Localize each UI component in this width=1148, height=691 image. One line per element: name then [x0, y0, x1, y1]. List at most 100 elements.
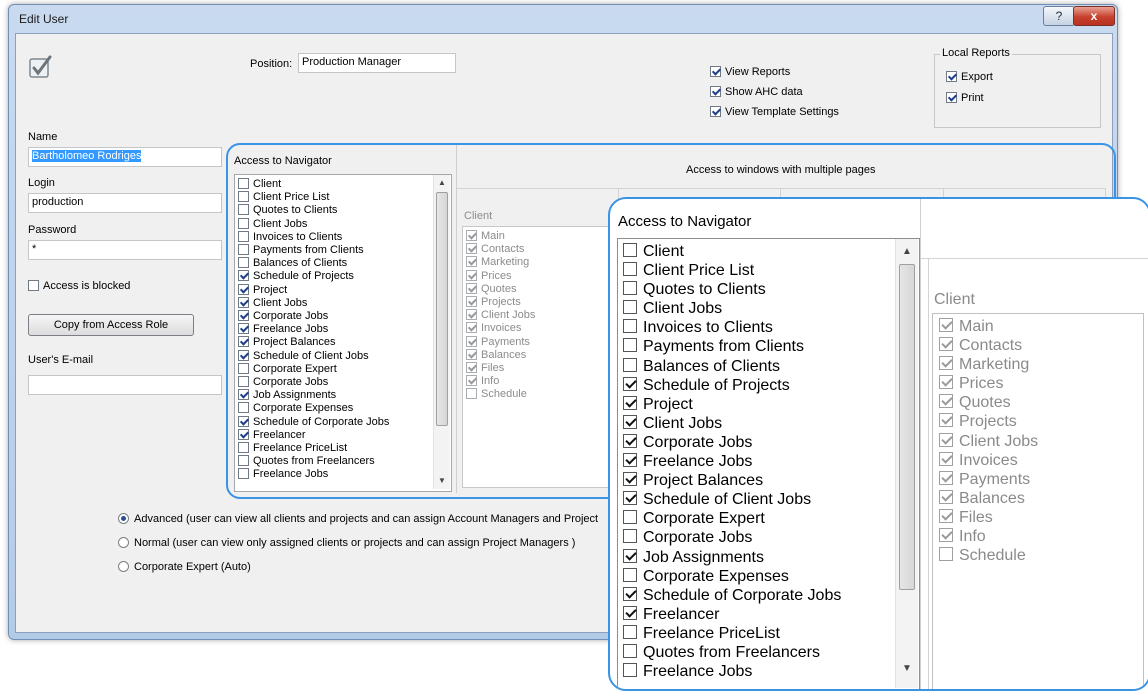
- zoom-navigator-entry-checkbox[interactable]: [623, 510, 637, 525]
- client-page-entry-item[interactable]: Info: [466, 375, 535, 388]
- view-template-option[interactable]: View Template Settings: [710, 106, 839, 126]
- navigator-entry-checkbox[interactable]: [238, 270, 249, 282]
- client-page-entry-item[interactable]: Balances: [466, 348, 535, 362]
- export-checkbox[interactable]: [946, 71, 957, 82]
- navigator-entry-item[interactable]: Job Assignments: [238, 389, 389, 402]
- zoom-scroll-thumb[interactable]: [899, 264, 915, 590]
- mode-normal-radio[interactable]: [118, 537, 129, 548]
- navigator-entry-item[interactable]: Schedule of Client Jobs: [238, 349, 389, 363]
- zoom-navigator-entry-item[interactable]: Balances of Clients: [623, 357, 841, 376]
- zoom-navigator-entry-item[interactable]: Freelance PriceList: [623, 624, 841, 643]
- client-page-entry-item[interactable]: Marketing: [466, 256, 535, 269]
- zoom-navigator-entry-checkbox[interactable]: [623, 300, 637, 315]
- zoom-navigator-entry-item[interactable]: Schedule of Client Jobs: [623, 490, 841, 509]
- zoom-navigator-entry-item[interactable]: Corporate Expert: [623, 509, 841, 528]
- zoom-navigator-entry-checkbox[interactable]: [623, 453, 637, 468]
- login-field[interactable]: production: [28, 193, 222, 213]
- zoom-navigator-entry-item[interactable]: Schedule of Corporate Jobs: [623, 586, 841, 605]
- zoom-navigator-entry-checkbox[interactable]: [623, 357, 637, 372]
- mode-normal-option[interactable]: Normal (user can view only assigned clie…: [118, 537, 598, 561]
- zoom-navigator-entry-checkbox[interactable]: [623, 472, 637, 487]
- title-bar[interactable]: Edit User ? x: [9, 5, 1117, 33]
- export-option[interactable]: Export: [946, 71, 993, 92]
- view-template-checkbox[interactable]: [710, 106, 721, 117]
- zoom-navigator-entry-checkbox[interactable]: [623, 491, 637, 506]
- scroll-down-arrow-icon[interactable]: ▼: [434, 476, 450, 485]
- view-reports-checkbox[interactable]: [710, 66, 721, 77]
- navigator-entry-item[interactable]: Invoices to Clients: [238, 230, 389, 244]
- navigator-entry-item[interactable]: Schedule of Projects: [238, 270, 389, 283]
- navigator-entry-checkbox[interactable]: [238, 468, 249, 480]
- zoom-navigator-entry-item[interactable]: Job Assignments: [623, 548, 841, 567]
- navigator-entry-checkbox[interactable]: [238, 296, 249, 308]
- name-field[interactable]: Bartholomeo Rodriges: [28, 147, 222, 167]
- navigator-entry-item[interactable]: Freelance Jobs: [238, 323, 389, 336]
- navigator-entry-item[interactable]: Payments from Clients: [238, 244, 389, 257]
- zoom-navigator-entry-item[interactable]: Schedule of Projects: [623, 376, 841, 395]
- print-checkbox[interactable]: [946, 92, 957, 103]
- zoom-navigator-entry-checkbox[interactable]: [623, 262, 637, 277]
- zoom-client-page-entry-item[interactable]: Info: [939, 527, 1038, 546]
- zoom-navigator-entry-item[interactable]: Client Jobs: [623, 414, 841, 433]
- zoom-client-pages-list[interactable]: Main Contacts Marketing Prices Quotes Project…: [932, 313, 1144, 689]
- zoom-client-page-entry-item[interactable]: Schedule: [939, 546, 1038, 565]
- navigator-entry-checkbox[interactable]: [238, 376, 249, 388]
- print-option[interactable]: Print: [946, 92, 993, 113]
- email-field[interactable]: [28, 375, 222, 395]
- navigator-entry-checkbox[interactable]: [238, 204, 249, 216]
- zoom-client-page-entry-item[interactable]: Contacts: [939, 336, 1038, 355]
- password-field[interactable]: *: [28, 240, 222, 260]
- mode-advanced-radio[interactable]: [118, 513, 129, 524]
- navigator-entry-item[interactable]: Client Jobs: [238, 296, 389, 310]
- zoom-client-page-entry-item[interactable]: Files: [939, 508, 1038, 527]
- client-page-entry-item[interactable]: Prices: [466, 269, 535, 283]
- navigator-entry-item[interactable]: Schedule of Corporate Jobs: [238, 415, 389, 429]
- zoom-navigator-entry-item[interactable]: Payments from Clients: [623, 337, 841, 356]
- client-pages-list[interactable]: Main Contacts Marketing Prices Quotes Project…: [462, 226, 614, 488]
- navigator-scrollbar[interactable]: ▲ ▼: [433, 175, 450, 489]
- navigator-entry-checkbox[interactable]: [238, 349, 249, 361]
- navigator-entry-checkbox[interactable]: [238, 283, 249, 295]
- zoom-navigator-entry-checkbox[interactable]: [623, 319, 637, 334]
- zoom-client-page-entry-item[interactable]: Main: [939, 317, 1038, 336]
- client-page-entry-item[interactable]: Files: [466, 362, 535, 375]
- navigator-entry-item[interactable]: Project: [238, 283, 389, 297]
- zoom-navigator-entry-checkbox[interactable]: [623, 605, 637, 620]
- zoom-navigator-entry-checkbox[interactable]: [623, 243, 637, 257]
- navigator-entry-item[interactable]: Corporate Expenses: [238, 402, 389, 415]
- zoom-navigator-entry-item[interactable]: Corporate Expenses: [623, 567, 841, 586]
- navigator-entry-checkbox[interactable]: [238, 455, 249, 467]
- zoom-client-page-entry-item[interactable]: Invoices: [939, 451, 1038, 470]
- zoom-navigator-entry-item[interactable]: Freelance Jobs: [623, 662, 841, 681]
- mode-corporate-expert-radio[interactable]: [118, 561, 129, 572]
- show-ahc-checkbox[interactable]: [710, 86, 721, 97]
- client-page-entry-item[interactable]: Payments: [466, 335, 535, 349]
- zoom-navigator-entry-item[interactable]: Client: [623, 242, 841, 261]
- navigator-entry-checkbox[interactable]: [238, 244, 249, 256]
- navigator-entry-checkbox[interactable]: [238, 230, 249, 242]
- navigator-entry-item[interactable]: Quotes from Freelancers: [238, 455, 389, 468]
- zoom-navigator-entry-checkbox[interactable]: [623, 548, 637, 563]
- zoom-client-page-entry-item[interactable]: Balances: [939, 489, 1038, 508]
- mode-corporate-expert-option[interactable]: Corporate Expert (Auto): [118, 561, 598, 585]
- help-button[interactable]: ?: [1043, 6, 1075, 26]
- navigator-entry-checkbox[interactable]: [238, 389, 249, 401]
- zoom-navigator-entry-item[interactable]: Corporate Jobs: [623, 433, 841, 452]
- zoom-navigator-entry-item[interactable]: Project: [623, 395, 841, 414]
- zoom-navigator-entry-item[interactable]: Freelance Jobs: [623, 452, 841, 471]
- scroll-thumb[interactable]: [436, 192, 448, 426]
- zoom-navigator-entry-item[interactable]: Client Price List: [623, 261, 841, 280]
- zoom-navigator-entry-item[interactable]: Corporate Jobs: [623, 528, 841, 547]
- zoom-navigator-entry-checkbox[interactable]: [623, 529, 637, 544]
- navigator-entry-checkbox[interactable]: [238, 310, 249, 322]
- close-button[interactable]: x: [1073, 6, 1115, 26]
- zoom-navigator-entry-checkbox[interactable]: [623, 376, 637, 391]
- zoom-client-page-entry-item[interactable]: Quotes: [939, 393, 1038, 412]
- navigator-entry-checkbox[interactable]: [238, 362, 249, 374]
- navigator-list[interactable]: Client Client Price List Quotes to Clients…: [234, 174, 452, 492]
- zoom-navigator-entry-item[interactable]: Freelancer: [623, 605, 841, 624]
- zoom-navigator-entry-checkbox[interactable]: [623, 567, 637, 582]
- zoom-navigator-entry-item[interactable]: Client Jobs: [623, 299, 841, 318]
- navigator-entry-item[interactable]: Quotes to Clients: [238, 204, 389, 217]
- zoom-client-page-entry-item[interactable]: Marketing: [939, 355, 1038, 374]
